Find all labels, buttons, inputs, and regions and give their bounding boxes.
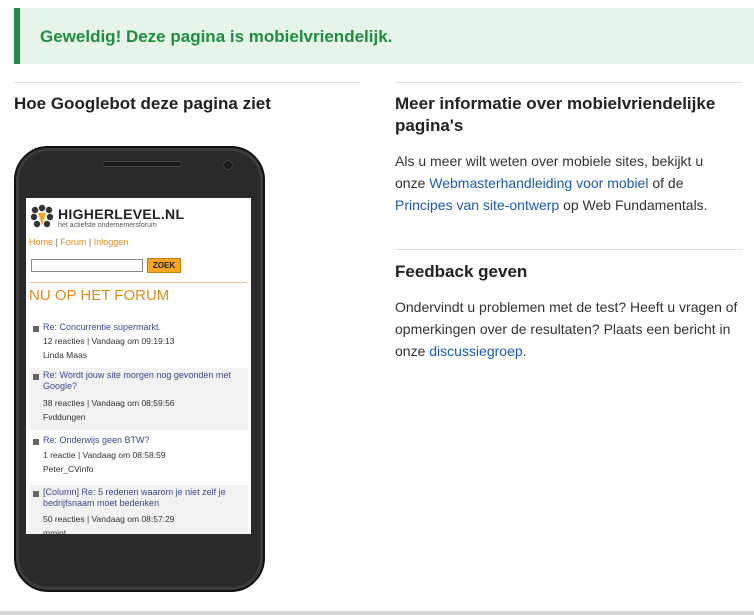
bullet-icon xyxy=(33,326,39,332)
preview-search-input[interactable] xyxy=(31,259,143,272)
banner-text: Geweldig! Deze pagina is mobielvriendeli… xyxy=(40,27,393,46)
preview-heading: Hoe Googlebot deze pagina ziet xyxy=(14,94,271,113)
discussion-group-link[interactable]: discussiegroep xyxy=(429,343,522,359)
preview-search-button[interactable]: ZOEK xyxy=(147,258,181,273)
post-title[interactable]: Re: Wordt jouw site morgen nog gevonden … xyxy=(43,370,243,392)
nav-forum-link[interactable]: Forum xyxy=(60,237,86,247)
forum-section-title: NU OP HET FORUM xyxy=(29,287,170,304)
post-author: Fvddungen xyxy=(43,412,86,422)
post-meta: 38 reacties | Vandaag om 08:59:56 xyxy=(43,398,175,408)
bullet-icon xyxy=(33,491,39,497)
page-preview-screen: HIGHERLEVEL.NL het actiefste ondernemers… xyxy=(26,198,251,534)
brand-name: HIGHERLEVEL.NL xyxy=(58,206,185,222)
nav-login-link[interactable]: Inloggen xyxy=(94,237,129,247)
design-principles-link[interactable]: Principes van site-ontwerp xyxy=(395,197,559,213)
post-title[interactable]: Re: Concurrentie supermarkt. xyxy=(43,322,243,333)
info-heading: Meer informatie over mobielvriendelijke … xyxy=(395,94,716,135)
post-meta: 1 reactie | Vandaag om 08:58:59 xyxy=(43,450,166,460)
bottom-scrollbar[interactable] xyxy=(0,611,754,615)
right-divider-top xyxy=(395,82,742,83)
camera-icon xyxy=(223,160,233,170)
forum-post[interactable]: Re: Concurrentie supermarkt. 12 reacties… xyxy=(30,320,248,368)
nav-home-link[interactable]: Home xyxy=(29,237,53,247)
forum-post[interactable]: Re: Wordt jouw site morgen nog gevonden … xyxy=(30,368,248,430)
post-meta: 50 reacties | Vandaag om 08:57:29 xyxy=(43,514,175,524)
info-text: Als u meer wilt weten over mobiele sites… xyxy=(395,153,708,213)
preview-nav: Home | Forum | Inloggen xyxy=(29,237,129,247)
post-title[interactable]: [Column] Re: 5 redenen waarom je niet ze… xyxy=(43,487,243,509)
brand-tagline: het actiefste ondernemersforum xyxy=(58,222,157,229)
bullet-icon xyxy=(33,439,39,445)
higherlevel-logo-icon xyxy=(30,204,54,228)
post-meta: 12 reacties | Vandaag om 09:19:13 xyxy=(43,336,175,346)
post-author: Linda Maas xyxy=(43,350,87,360)
post-author: Peter_CVinfo xyxy=(43,464,94,474)
left-divider xyxy=(14,82,361,83)
feedback-heading: Feedback geven xyxy=(395,262,528,281)
post-author: mmint xyxy=(43,528,67,534)
bullet-icon xyxy=(33,374,39,380)
speaker-grille xyxy=(102,161,182,167)
right-divider-bottom xyxy=(395,249,742,250)
section-divider xyxy=(29,282,247,283)
forum-post[interactable]: Re: Onderwijs geen BTW? 1 reactie | Vand… xyxy=(30,433,248,483)
post-title[interactable]: Re: Onderwijs geen BTW? xyxy=(43,435,243,446)
forum-post[interactable]: [Column] Re: 5 redenen waarom je niet ze… xyxy=(30,485,248,534)
feedback-text: Ondervindt u problemen met de test? Heef… xyxy=(395,299,738,359)
success-banner: Geweldig! Deze pagina is mobielvriendeli… xyxy=(14,8,754,64)
mobile-guide-link[interactable]: Webmasterhandleiding voor mobiel xyxy=(429,175,648,191)
